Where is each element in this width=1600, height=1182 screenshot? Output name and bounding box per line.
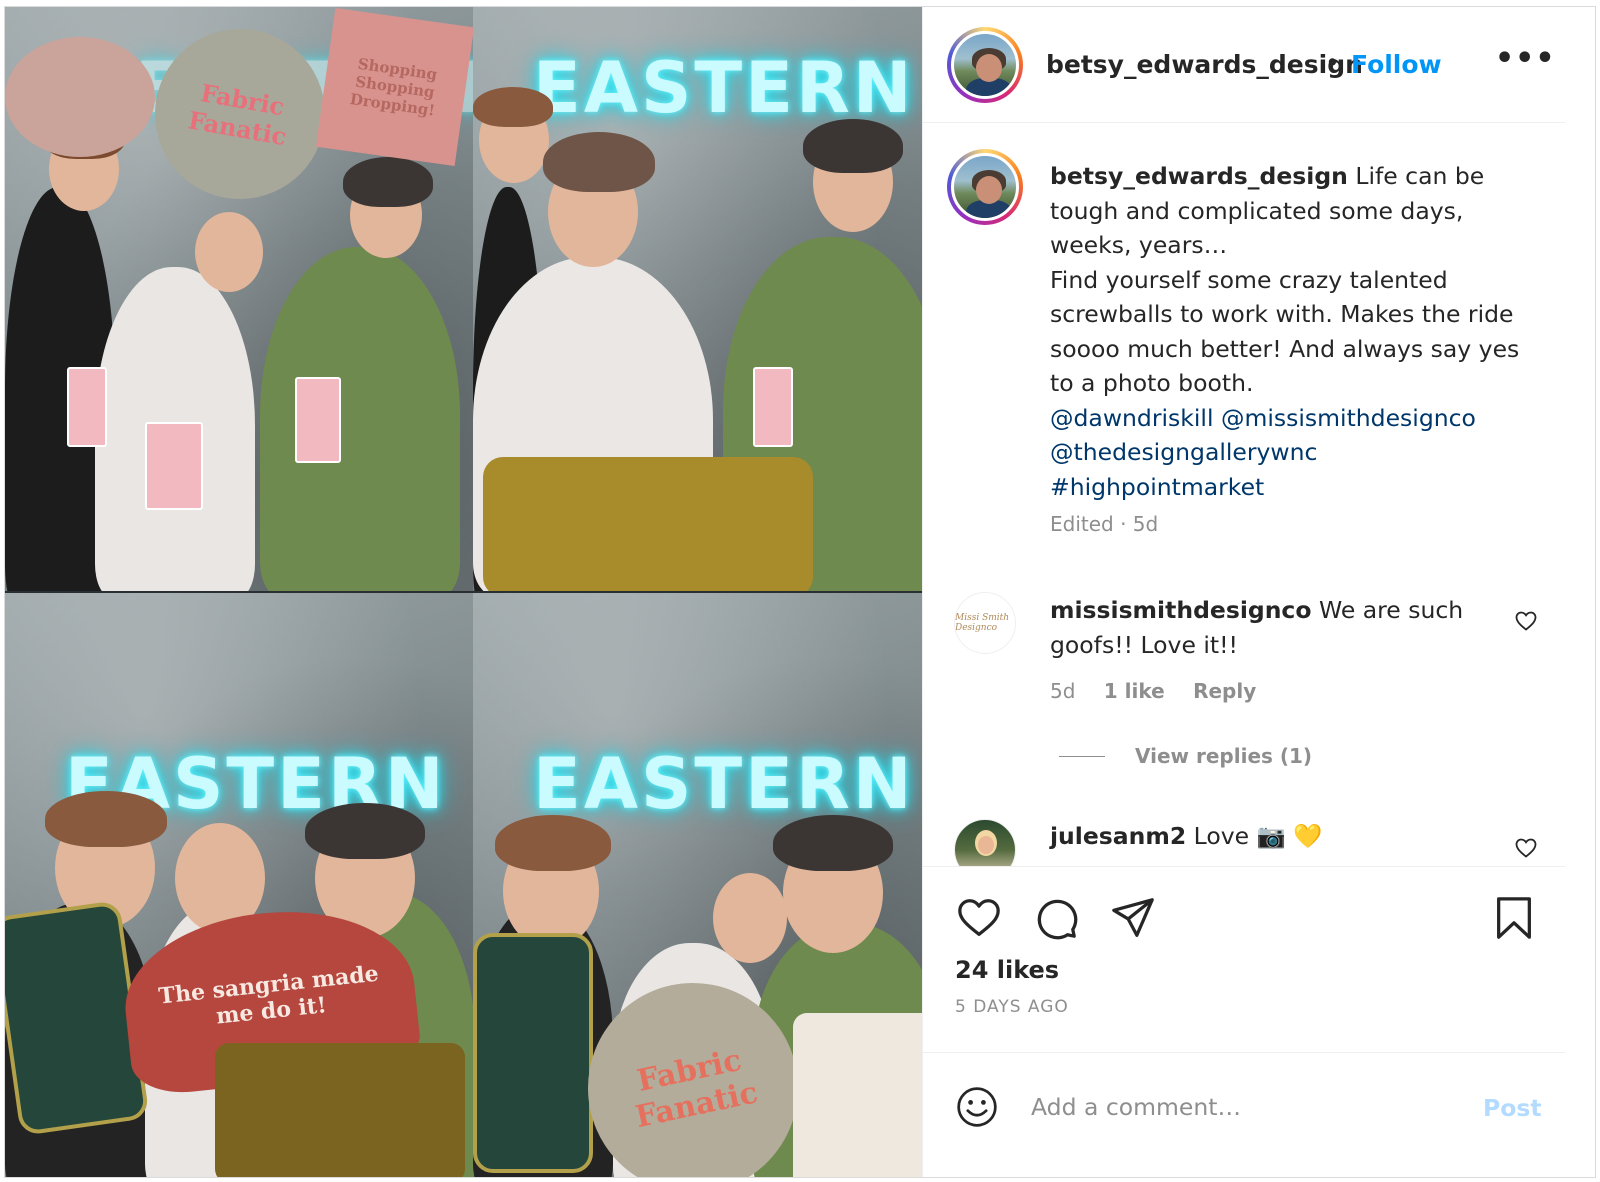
reply-button[interactable]: Reply bbox=[1193, 679, 1256, 703]
like-icon[interactable] bbox=[956, 895, 1002, 941]
share-icon[interactable] bbox=[1110, 895, 1156, 941]
add-comment-bar: Post bbox=[923, 1052, 1565, 1177]
mention-link[interactable]: @thedesigngallerywnc bbox=[1050, 438, 1317, 466]
mention-link[interactable]: @dawndriskill bbox=[1050, 404, 1213, 432]
post-comment-button[interactable]: Post bbox=[1483, 1094, 1542, 1122]
post-frame: EASTERN Fabric Fanatic Shopping Shopping… bbox=[4, 6, 1596, 1178]
post-timestamp: 5 DAYS AGO bbox=[955, 997, 1069, 1017]
post-header: betsy_edwards_design • Follow ••• bbox=[923, 7, 1565, 123]
comment-meta: 5d 1 like Reply bbox=[1050, 679, 1278, 703]
follow-button[interactable]: Follow bbox=[1351, 50, 1442, 79]
post-caption: betsy_edwards_design Life can be tough a… bbox=[1050, 159, 1520, 504]
comment-icon[interactable] bbox=[1033, 895, 1079, 941]
comment-item: julesanm2 Love 📷 💛 bbox=[1050, 819, 1490, 854]
comment-text: Love 📷 💛 bbox=[1186, 822, 1323, 850]
view-replies-label: View replies (1) bbox=[1135, 744, 1313, 768]
photo-panel-bottom-right: EASTERN Fabric Fanatic bbox=[473, 593, 940, 1177]
comment-item: missismithdesignco We are such goofs!! L… bbox=[1050, 593, 1490, 663]
more-options-icon[interactable]: ••• bbox=[1495, 41, 1556, 76]
comments-section[interactable]: betsy_edwards_design Life can be tough a… bbox=[923, 124, 1565, 866]
caption-meta: Edited · 5d bbox=[1050, 512, 1159, 536]
pillow-shopping: Shopping Shopping Dropping! bbox=[315, 7, 473, 167]
action-bar: 24 likes 5 DAYS AGO bbox=[923, 866, 1565, 1052]
author-avatar[interactable] bbox=[947, 27, 1023, 103]
small-heart-icon[interactable] bbox=[1514, 836, 1538, 860]
post-photo[interactable]: EASTERN Fabric Fanatic Shopping Shopping… bbox=[5, 7, 940, 1177]
save-icon[interactable] bbox=[1491, 895, 1537, 941]
hashtag-link[interactable]: #highpointmarket bbox=[1050, 473, 1264, 501]
commenter-avatar[interactable]: Missi Smith Designco bbox=[954, 592, 1016, 654]
view-replies-button[interactable]: View replies (1) bbox=[1059, 744, 1312, 768]
header-separator: • bbox=[1325, 48, 1340, 77]
comment-likes[interactable]: 1 like bbox=[1104, 679, 1165, 703]
mention-link[interactable]: @missismithdesignco bbox=[1221, 404, 1476, 432]
emoji-icon[interactable] bbox=[955, 1085, 999, 1129]
likes-count[interactable]: 24 likes bbox=[955, 956, 1059, 984]
avatar-logo-text: Missi Smith Designco bbox=[955, 613, 1010, 633]
caption-username[interactable]: betsy_edwards_design bbox=[1050, 162, 1348, 190]
comment-input[interactable] bbox=[1031, 1083, 1461, 1131]
comment-age: 5d bbox=[1050, 679, 1076, 703]
caption-author-avatar[interactable] bbox=[947, 149, 1023, 225]
comment-username[interactable]: julesanm2 bbox=[1050, 822, 1186, 850]
neon-sign: EASTERN bbox=[533, 47, 915, 129]
caption-text-2: Find yourself some crazy talented screwb… bbox=[1050, 265, 1520, 398]
commenter-avatar[interactable] bbox=[954, 819, 1016, 866]
photo-panel-top-right: EASTERN bbox=[473, 7, 940, 591]
post-side-panel: betsy_edwards_design • Follow ••• betsy_… bbox=[922, 7, 1565, 1177]
photo-panel-top-left: EASTERN Fabric Fanatic Shopping Shopping… bbox=[5, 7, 473, 591]
photo-panel-bottom-left: EASTERN The sangria made me do it! bbox=[5, 593, 473, 1177]
author-username[interactable]: betsy_edwards_design bbox=[1046, 50, 1363, 79]
comment-username[interactable]: missismithdesignco bbox=[1050, 596, 1312, 624]
neon-sign: EASTERN bbox=[533, 743, 915, 825]
small-heart-icon[interactable] bbox=[1514, 609, 1538, 633]
